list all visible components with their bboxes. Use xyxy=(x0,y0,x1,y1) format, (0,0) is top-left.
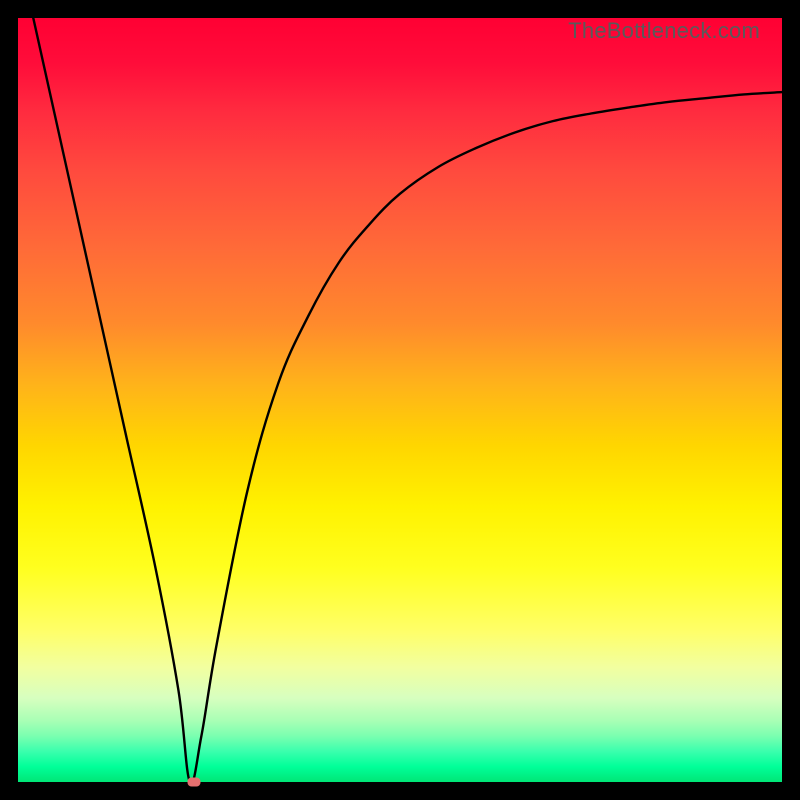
minimum-marker xyxy=(187,778,200,787)
chart-frame: TheBottleneck.com xyxy=(0,0,800,800)
curve-line xyxy=(18,18,782,782)
plot-area: TheBottleneck.com xyxy=(18,18,782,782)
watermark-label: TheBottleneck.com xyxy=(568,18,760,44)
